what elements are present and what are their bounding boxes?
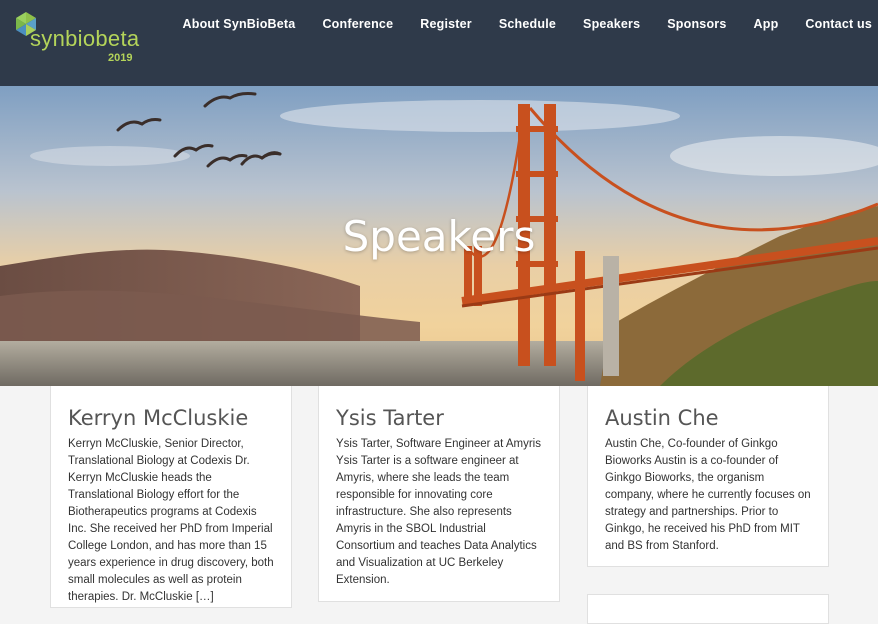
nav-schedule[interactable]: Schedule <box>472 17 556 33</box>
speaker-name[interactable]: Kerryn McCluskie <box>68 406 275 430</box>
speaker-bio: Ysis Tarter, Software Engineer at Amyris… <box>336 438 541 586</box>
speaker-bio: Kerryn McCluskie, Senior Director, Trans… <box>68 438 274 603</box>
speaker-card-next[interactable] <box>587 594 829 624</box>
nav-contact[interactable]: Contact us <box>778 17 872 33</box>
speaker-name[interactable]: Ysis Tarter <box>336 406 543 430</box>
site-header: synbiobeta 2019 About SynBioBeta Confere… <box>0 0 878 86</box>
page-title: Speakers <box>342 212 536 261</box>
logo-year: 2019 <box>108 52 133 64</box>
speaker-card[interactable]: Austin Che Austin Che, Co-founder of Gin… <box>587 386 829 567</box>
logo-wordmark: synbiobeta <box>30 26 140 51</box>
nav-speakers[interactable]: Speakers <box>556 17 640 33</box>
speakers-grid: Kerryn McCluskie Kerryn McCluskie, Senio… <box>0 386 878 624</box>
nav-register[interactable]: Register <box>393 17 472 33</box>
speaker-card[interactable]: Ysis Tarter Ysis Tarter, Software Engine… <box>318 386 560 602</box>
nav-conference[interactable]: Conference <box>295 17 393 33</box>
main-navigation: About SynBioBeta Conference Register Sch… <box>183 17 872 33</box>
hero-banner: Speakers <box>0 86 878 386</box>
speaker-name[interactable]: Austin Che <box>605 406 812 430</box>
speaker-card[interactable]: Kerryn McCluskie Kerryn McCluskie, Senio… <box>50 386 292 608</box>
nav-about[interactable]: About SynBioBeta <box>183 17 296 33</box>
nav-app[interactable]: App <box>727 17 779 33</box>
speaker-bio: Austin Che, Co-founder of Ginkgo Biowork… <box>605 438 811 552</box>
nav-sponsors[interactable]: Sponsors <box>640 17 726 33</box>
synbiobeta-logo[interactable]: synbiobeta 2019 <box>12 10 152 66</box>
